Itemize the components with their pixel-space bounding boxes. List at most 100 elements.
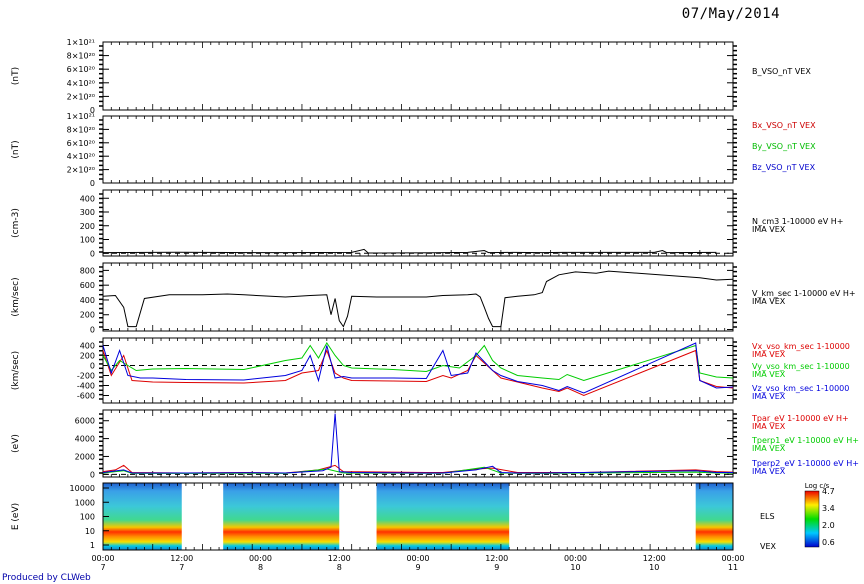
y-tick-label: 8×10²⁰ xyxy=(67,52,95,61)
y-tick-label: -600 xyxy=(77,392,95,401)
panel-temperature: 0200040006000(eV)Tpar_eV 1-10000 eV H+IM… xyxy=(11,409,859,479)
colorbar-tick-label: 4.7 xyxy=(822,487,835,496)
spectrogram-block xyxy=(695,483,733,550)
day-tick-label: 9 xyxy=(494,563,499,572)
panel-frame xyxy=(102,41,734,111)
panel-b-vso-components: 0 2×10²⁰ 4×10²⁰ 6×10²⁰ 8×10²⁰ 1×10²¹ (nT) Bx_VS… xyxy=(11,112,816,188)
y-tick-label: 0 xyxy=(90,179,95,188)
series-sublabel: IMA VEX xyxy=(752,350,786,359)
series-line xyxy=(102,413,733,474)
time-tick-label: 12:00 xyxy=(328,554,351,563)
y-tick-label: 4000 xyxy=(75,435,95,444)
colorbar-tick-label: 2.0 xyxy=(822,521,835,530)
y-tick-label: 2×10²⁰ xyxy=(67,166,95,175)
time-tick-label: 12:00 xyxy=(170,554,193,563)
chart: 0 2×10²⁰ 4×10²⁰ 6×10²⁰ 8×10²⁰ 1×10²¹ (nT) B_VSO… xyxy=(11,38,859,572)
y-tick-label: 100 xyxy=(80,513,95,522)
y-tick-label: 800 xyxy=(80,266,95,275)
y-tick-label: 6000 xyxy=(75,417,95,426)
day-tick-label: 10 xyxy=(649,563,659,572)
y-tick-label: 10 xyxy=(85,527,95,536)
spacecraft-label: VEX xyxy=(760,542,777,551)
spectrogram-block xyxy=(103,483,182,550)
series-sublabel: IMA VEX xyxy=(752,370,786,379)
y-tick-label: 6×10²⁰ xyxy=(67,139,95,148)
y-tick-label: 6×10²⁰ xyxy=(67,65,95,74)
panel-frame xyxy=(102,115,734,184)
y-tick-label: 4×10²⁰ xyxy=(67,152,95,161)
day-tick-label: 11 xyxy=(728,563,738,572)
y-axis-label: (km/sec) xyxy=(11,277,21,316)
series-line xyxy=(102,270,734,328)
y-axis-label: (nT) xyxy=(11,67,21,85)
credit-label: Produced by CLWeb xyxy=(2,573,91,583)
series-label: Bx_VSO_nT VEX xyxy=(752,121,816,130)
colorbar xyxy=(804,490,820,548)
series-sublabel: IMA VEX xyxy=(752,444,786,453)
y-axis-label: (eV) xyxy=(11,434,21,453)
day-tick-label: 7 xyxy=(100,563,105,572)
spectrogram-block xyxy=(223,483,340,550)
panel-density: 0100200300400(cm-3) N_cm3 1-10000 eV H+IM… xyxy=(11,189,843,258)
y-tick-label: 1000 xyxy=(75,498,95,507)
y-tick-label: 10000 xyxy=(70,484,95,493)
day-tick-label: 7 xyxy=(179,563,184,572)
series-line xyxy=(102,248,717,254)
y-tick-label: 0 xyxy=(90,362,95,371)
day-tick-label: 10 xyxy=(570,563,580,572)
series-label: Bz_VSO_nT VEX xyxy=(752,163,816,172)
series-line xyxy=(102,349,734,397)
spectrogram: 110100100010000E (eV) ELSVEXLog c/s4.73.4… xyxy=(11,482,835,551)
series-label: B_VSO_nT VEX xyxy=(752,67,811,76)
time-tick-label: 00:00 xyxy=(564,554,587,563)
day-tick-label: 8 xyxy=(258,563,263,572)
instrument-label: ELS xyxy=(760,512,775,521)
y-tick-label: 400 xyxy=(80,194,95,203)
panel-frame xyxy=(102,409,734,478)
y-tick-label: 8×10²⁰ xyxy=(67,125,95,134)
y-axis-label: (km/sec) xyxy=(11,351,21,390)
colorbar-tick-label: 0.6 xyxy=(822,538,835,547)
y-axis-label: E (eV) xyxy=(11,503,21,530)
spectrogram-block xyxy=(376,483,510,550)
time-axis: 00:00712:00700:00812:00800:00912:00900:0… xyxy=(91,554,744,572)
y-tick-label: 200 xyxy=(80,222,95,231)
y-axis-label: (nT) xyxy=(11,140,21,158)
y-tick-label: 200 xyxy=(80,352,95,361)
y-tick-label: 4×10²⁰ xyxy=(67,79,95,88)
time-tick-label: 00:00 xyxy=(406,554,429,563)
y-axis-label: (cm-3) xyxy=(11,208,21,238)
time-tick-label: 00:00 xyxy=(721,554,744,563)
panel-b-vso-total: 02×10²⁰4×10²⁰6×10²⁰8×10²⁰1×10²¹(nT) B_VSO… xyxy=(11,38,811,115)
series-sublabel: IMA VEX xyxy=(752,392,786,401)
y-tick-label: 0 xyxy=(90,249,95,258)
y-tick-label: 100 xyxy=(80,236,95,245)
time-tick-label: 00:00 xyxy=(249,554,272,563)
y-tick-label: 400 xyxy=(80,296,95,305)
panel-velocity: 0200400600800(km/sec) V_km_sec 1-10000 eV… xyxy=(11,262,856,335)
colorbar-tick-label: 3.4 xyxy=(822,504,835,513)
y-tick-label: 2×10²⁰ xyxy=(67,92,95,101)
y-tick-label: -200 xyxy=(77,372,95,381)
y-tick-label: 400 xyxy=(80,342,95,351)
panel-velocity-vso: -600-400-2000200400(km/sec)Vx_vso_km_sec… xyxy=(11,337,850,404)
series-sublabel: IMA VEX xyxy=(752,297,786,306)
day-tick-label: 9 xyxy=(415,563,420,572)
series-line xyxy=(102,342,734,382)
y-tick-label: 2000 xyxy=(75,452,95,461)
y-tick-label: 600 xyxy=(80,281,95,290)
day-tick-label: 8 xyxy=(337,563,342,572)
y-tick-label: 0 xyxy=(90,470,95,479)
series-label: By_VSO_nT VEX xyxy=(752,142,816,151)
series-line xyxy=(102,342,734,394)
y-tick-label: 300 xyxy=(80,208,95,217)
y-tick-label: 1×10²¹ xyxy=(67,112,95,121)
panel-frame xyxy=(102,189,734,257)
time-tick-label: 12:00 xyxy=(485,554,508,563)
series-sublabel: IMA VEX xyxy=(752,225,786,234)
series-sublabel: IMA VEX xyxy=(752,467,786,476)
y-tick-label: 200 xyxy=(80,311,95,320)
y-tick-label: 1 xyxy=(90,541,95,550)
series-sublabel: IMA VEX xyxy=(752,422,786,431)
y-tick-label: 1×10²¹ xyxy=(67,38,95,47)
